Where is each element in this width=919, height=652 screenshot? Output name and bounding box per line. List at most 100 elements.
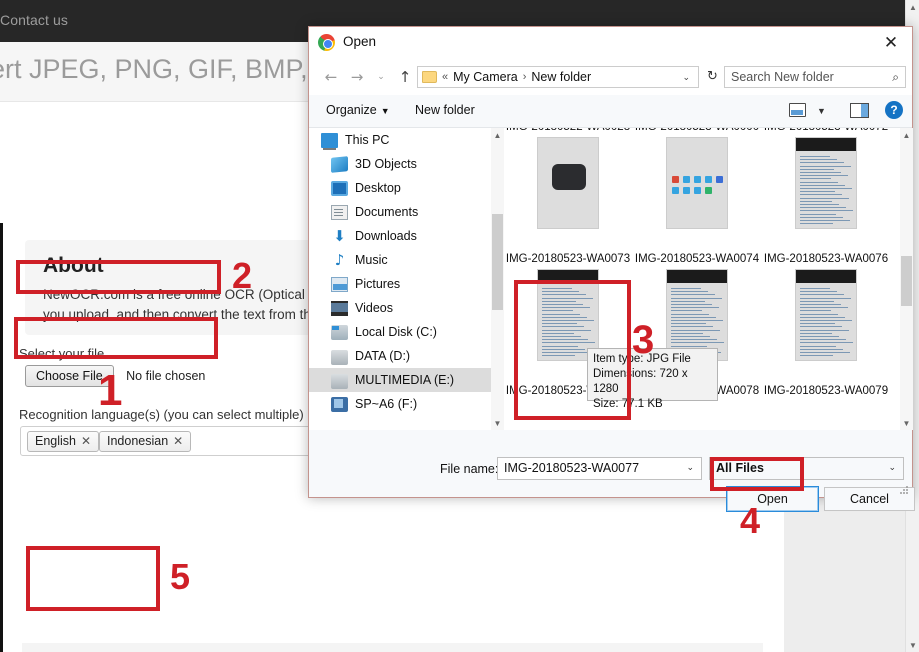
nav-pane-item-sp-a6-f[interactable]: SP~A6 (F:) [309,392,491,416]
nav-pane-item-data-d[interactable]: DATA (D:) [309,344,491,368]
annotation-box-2 [16,260,221,294]
breadcrumb-bar[interactable]: « My Camera › New folder ⌄ [417,66,699,88]
search-placeholder: Search New folder [731,70,834,84]
breadcrumb-item-new-folder[interactable]: New folder [531,70,591,84]
nav-pane-item-label: Music [355,253,388,267]
videos-icon [331,300,348,316]
breadcrumb-item-my-camera[interactable]: My Camera [453,70,518,84]
search-icon: ⌕ [892,70,899,84]
folder-icon [422,71,437,83]
scroll-up-arrow-icon[interactable]: ▲ [491,128,504,142]
screenshot-root: Contact us ert JPEG, PNG, GIF, BMP, TIFF… [0,0,919,652]
nav-pane-item-3d-objects[interactable]: 3D Objects [309,152,491,176]
nav-pane-item-pictures[interactable]: Pictures [309,272,491,296]
chevron-down-icon[interactable]: ⌄ [686,462,694,473]
back-icon[interactable]: ← [321,67,341,87]
annotation-box-1 [14,317,218,359]
file-name-label: IMG-20180523-WA0079 [763,385,889,397]
annotation-number-1: 1 [98,366,123,415]
organize-label: Organize [326,103,377,117]
file-name-label: IMG-20180523-WA0073 [505,253,631,265]
file-name-label: IMG-20180522-WA0028 [505,128,631,134]
language-tag-label: Indonesian [107,434,169,448]
scrollbar-thumb[interactable] [901,256,912,306]
phone-icon [331,396,348,412]
file-name-label: IMG-20180523-WA0072 [763,128,889,134]
change-view-icon[interactable] [789,103,806,117]
nav-pane-item-label: SP~A6 (F:) [355,397,418,411]
preview-pane-icon[interactable] [850,103,869,118]
recognition-language-label: Recognition language(s) (you can select … [19,407,304,422]
upload-band: ↑ Upload f Facebook ◂ Twitter g Google+ [22,643,763,652]
navigation-pane: This PC 3D Objects Desktop Documents ⬇ Downlo… [309,128,491,430]
nav-pane-item-videos[interactable]: Videos [309,296,491,320]
language-tag-english[interactable]: English ✕ [27,431,100,452]
remove-icon[interactable]: ✕ [173,434,183,448]
nav-pane-item-label: Local Disk (C:) [355,325,437,339]
file-pane-scrollbar[interactable]: ▲ ▼ [900,128,913,430]
nav-pane-item-music[interactable]: ♪ Music [309,248,491,272]
nav-pane-item-label: Downloads [355,229,417,243]
scroll-up-arrow-icon[interactable]: ▲ [900,128,913,142]
language-tag-indonesian[interactable]: Indonesian ✕ [99,431,192,452]
chrome-logo-icon [318,34,335,51]
file-thumbnail [666,137,728,229]
file-item[interactable]: IMG-20180522-WA0028 [505,128,631,229]
nav-pane-item-multimedia-e[interactable]: MULTIMEDIA (E:) [309,368,491,392]
chevron-down-icon[interactable]: ▼ [817,106,826,116]
chevron-down-icon[interactable]: ⌄ [682,72,690,83]
nav-pane-item-local-disk-c[interactable]: Local Disk (C:) [309,320,491,344]
forward-icon[interactable]: → [347,67,367,87]
file-item[interactable]: IMG-20180523-WA0072 [763,128,889,229]
nav-pane-item-label: 3D Objects [355,157,417,171]
up-one-level-icon[interactable]: ↑ [395,67,415,87]
help-icon[interactable]: ? [885,101,903,119]
scroll-down-arrow-icon[interactable]: ▼ [906,638,919,652]
new-folder-button[interactable]: New folder [415,103,475,117]
breadcrumb-prefix: « [442,71,449,83]
annotation-box-3 [514,280,631,420]
nav-link-contact-us[interactable]: Contact us [0,12,68,28]
file-thumbnail [795,269,857,361]
local-disk-icon [331,324,348,340]
nav-pane-item-label: Desktop [355,181,401,195]
navigation-pane-scrollbar[interactable]: ▲ ▼ [491,128,504,430]
nav-pane-item-desktop[interactable]: Desktop [309,176,491,200]
nav-pane-item-this-pc[interactable]: This PC [309,128,491,152]
file-thumbnail [795,137,857,229]
dialog-title: Open [343,34,377,49]
documents-icon [331,204,348,220]
refresh-icon[interactable]: ↻ [707,69,718,84]
left-edge-rule [0,223,3,652]
remove-icon[interactable]: ✕ [81,434,91,448]
3d-objects-icon [331,155,348,173]
recent-locations-icon[interactable]: ⌄ [371,67,391,87]
file-name-label: IMG-20180523-WA0076 [763,253,889,265]
file-name-input[interactable]: IMG-20180523-WA0077 ⌄ [497,457,702,480]
dialog-titlebar: Open ✕ [309,27,912,59]
file-name-value: IMG-20180523-WA0077 [504,461,640,475]
file-item[interactable]: IMG-20180523-WA0079 [763,384,889,398]
scroll-down-arrow-icon[interactable]: ▼ [491,416,504,430]
scroll-down-arrow-icon[interactable]: ▼ [900,416,913,430]
chevron-down-icon[interactable]: ⌄ [888,462,896,473]
nav-pane-item-label: This PC [345,133,390,147]
desktop-icon [331,180,348,196]
search-input[interactable]: Search New folder ⌕ [724,66,906,88]
language-tag-label: English [35,434,76,448]
nav-pane-item-documents[interactable]: Documents [309,200,491,224]
organize-button[interactable]: Organize ▼ [326,103,390,117]
resize-grip[interactable] [900,486,909,495]
nav-pane-item-downloads[interactable]: ⬇ Downloads [309,224,491,248]
file-name-label: File name: [440,462,499,476]
close-icon[interactable]: ✕ [878,31,904,55]
nav-pane-item-label: Videos [355,301,393,315]
file-item[interactable]: IMG-20180523-WA0076 [763,252,889,361]
annotation-number-2: 2 [232,255,253,296]
file-item[interactable]: IMG-20180523-WA0000 [634,128,760,229]
open-file-dialog: Open ✕ ← → ⌄ ↑ « My Camera › New folder … [308,26,915,512]
pc-icon [321,132,338,150]
scroll-up-arrow-icon[interactable]: ▲ [906,0,919,14]
nav-pane-item-label: MULTIMEDIA (E:) [355,373,455,387]
scrollbar-thumb[interactable] [492,214,503,310]
